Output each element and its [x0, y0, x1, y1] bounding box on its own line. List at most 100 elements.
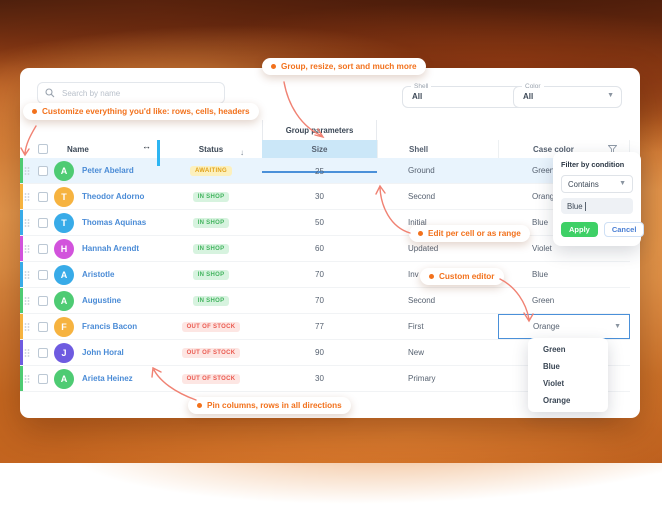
annotation-custom-editor: Custom editor [420, 268, 504, 285]
row-checkbox[interactable] [38, 322, 48, 332]
row-checkbox[interactable] [38, 270, 48, 280]
row-color-strip [20, 210, 23, 235]
cell-size[interactable]: 90 [262, 348, 377, 357]
row-color-strip [20, 184, 23, 209]
cell-status: IN SHOP [160, 270, 262, 280]
filter-value-input[interactable]: Blue [561, 198, 633, 214]
case-color-dropdown-menu: GreenBlueVioletOrange [528, 338, 608, 412]
bullet-icon [197, 403, 202, 408]
cell-name[interactable]: Theodor Adorno [74, 192, 160, 201]
column-header-size[interactable]: Size [262, 140, 377, 158]
column-header-status[interactable]: Status ↓ [160, 145, 262, 154]
annotation-customize: Customize everything you'd like: rows, c… [23, 103, 259, 120]
cell-case-color[interactable]: Blue [498, 262, 630, 287]
cell-shell[interactable]: New [377, 348, 498, 357]
row-checkbox[interactable] [38, 348, 48, 358]
row-checkbox[interactable] [38, 192, 48, 202]
row-color-strip [20, 340, 23, 365]
table-row[interactable]: H Hannah Arendt IN SHOP 60 Updated Viole… [20, 236, 630, 262]
cell-status: OUT OF STOCK [160, 322, 262, 332]
cell-shell[interactable]: Second [377, 296, 498, 305]
filter-popup: Filter by condition Contains ▼ Blue Appl… [553, 152, 641, 246]
cell-name[interactable]: Hannah Arendt [74, 244, 160, 253]
cell-status: IN SHOP [160, 244, 262, 254]
table-row[interactable]: A Aristotle IN SHOP 70 Inv Blue [20, 262, 630, 288]
annotation-pin: Pin columns, rows in all directions [188, 397, 351, 414]
cell-name[interactable]: Thomas Aquinas [74, 218, 160, 227]
cell-size[interactable]: 50 [262, 218, 377, 227]
cell-size[interactable]: 77 [262, 322, 377, 331]
chevron-down-icon: ▼ [619, 180, 626, 187]
bullet-icon [418, 231, 423, 236]
dropdown-option[interactable]: Green [528, 341, 608, 358]
row-checkbox[interactable] [38, 374, 48, 384]
row-checkbox[interactable] [38, 166, 48, 176]
dropdown-option[interactable]: Blue [528, 358, 608, 375]
cell-shell[interactable]: Primary [377, 374, 498, 383]
search-input[interactable] [37, 82, 225, 104]
case-color-editor[interactable]: Orange▼ [498, 314, 630, 339]
row-color-strip [20, 366, 23, 391]
cell-size[interactable]: 70 [262, 296, 377, 305]
cancel-button[interactable]: Cancel [604, 222, 645, 237]
row-color-strip [20, 236, 23, 261]
status-badge: IN SHOP [193, 218, 230, 228]
table-row[interactable]: F Francis Bacon OUT OF STOCK 77 First Or… [20, 314, 630, 340]
cell-case-color[interactable]: Green [498, 288, 630, 313]
cell-size[interactable]: 30 [262, 192, 377, 201]
column-header-row: Name Status ↓ Size Shell Case color [20, 140, 630, 159]
cell-name[interactable]: John Horal [74, 348, 160, 357]
cell-size[interactable]: 30 [262, 374, 377, 383]
apply-button[interactable]: Apply [561, 222, 598, 237]
cell-name[interactable]: Francis Bacon [74, 322, 160, 331]
cell-name[interactable]: Arieta Heinez [74, 374, 160, 383]
cell-name[interactable]: Augustine [74, 296, 160, 305]
column-resize-handle[interactable] [157, 140, 160, 166]
table-row[interactable]: T Thomas Aquinas IN SHOP 50 Initial Blue [20, 210, 630, 236]
row-checkbox[interactable] [38, 244, 48, 254]
avatar: A [54, 265, 74, 285]
status-badge: OUT OF STOCK [182, 374, 241, 384]
shell-filter-select[interactable]: Shell All ▼ [402, 86, 530, 108]
cell-size[interactable]: 70 [262, 270, 377, 279]
table-row[interactable]: T Theodor Adorno IN SHOP 30 Second Orang… [20, 184, 630, 210]
dropdown-option[interactable]: Violet [528, 375, 608, 392]
select-all-checkbox[interactable] [38, 144, 48, 154]
row-checkbox[interactable] [38, 296, 48, 306]
table-row[interactable]: A Augustine IN SHOP 70 Second Green [20, 288, 630, 314]
text-cursor [585, 202, 586, 211]
status-badge: IN SHOP [193, 192, 230, 202]
chevron-down-icon: ▼ [607, 92, 614, 99]
column-header-shell[interactable]: Shell [377, 140, 498, 158]
filter-popup-title: Filter by condition [561, 160, 633, 169]
cell-case-color[interactable]: Orange▼ [498, 314, 630, 339]
status-badge: AWAITING [190, 166, 232, 176]
cell-status: IN SHOP [160, 218, 262, 228]
color-filter-select[interactable]: Color All ▼ [513, 86, 622, 108]
status-badge: OUT OF STOCK [182, 322, 241, 332]
cell-shell[interactable]: First [377, 322, 498, 331]
avatar: F [54, 317, 74, 337]
dropdown-option[interactable]: Orange [528, 392, 608, 409]
avatar: A [54, 291, 74, 311]
row-color-strip [20, 288, 23, 313]
avatar: H [54, 239, 74, 259]
sort-desc-icon[interactable]: ↓ [240, 148, 244, 157]
cell-status: IN SHOP [160, 296, 262, 306]
avatar: A [54, 369, 74, 389]
selected-size-cell[interactable]: 25 [262, 171, 377, 173]
cell-name[interactable]: Peter Abelard [74, 166, 160, 175]
cell-name[interactable]: Aristotle [74, 270, 160, 279]
cell-shell[interactable]: Second [377, 192, 498, 201]
filter-condition-select[interactable]: Contains ▼ [561, 175, 633, 193]
search-box[interactable] [37, 82, 225, 104]
cell-size[interactable]: 60 [262, 244, 377, 253]
avatar: T [54, 187, 74, 207]
cell-shell[interactable]: Updated [377, 244, 498, 253]
table-row[interactable]: A Peter Abelard AWAITING 25 Ground Green [20, 158, 630, 184]
cell-status: OUT OF STOCK [160, 374, 262, 384]
row-checkbox[interactable] [38, 218, 48, 228]
cell-shell[interactable]: Ground [377, 166, 498, 175]
group-header-cell: Group parameters [262, 120, 377, 140]
row-color-strip [20, 314, 23, 339]
